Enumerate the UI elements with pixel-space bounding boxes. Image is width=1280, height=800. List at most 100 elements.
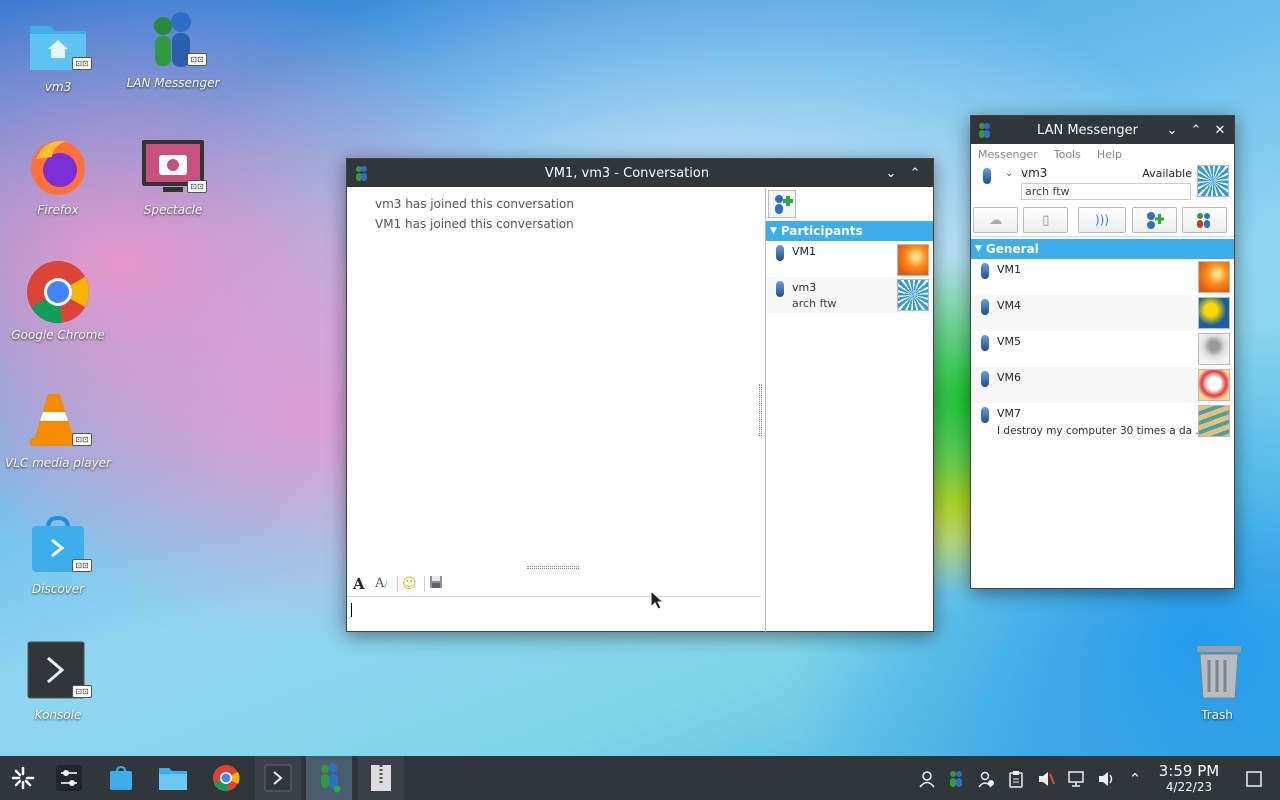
desktop-icon-google-chrome[interactable]: Google Chrome bbox=[3, 260, 113, 342]
contacts-button[interactable] bbox=[1181, 207, 1227, 233]
user-online-icon bbox=[981, 407, 989, 423]
participant-name: vm3 bbox=[792, 281, 817, 294]
desktop-icon-label: vm3 bbox=[44, 80, 72, 94]
lan-messenger-window: LAN Messenger ⌄ ⌃ ✕ Messenger Tools Help… bbox=[970, 115, 1235, 589]
taskbar-dolphin[interactable] bbox=[150, 756, 196, 800]
audio-muted-icon[interactable] bbox=[1036, 769, 1056, 789]
save-icon[interactable] bbox=[429, 575, 447, 592]
cloud-icon: ☁ bbox=[989, 212, 1003, 228]
emoticon-icon[interactable]: ☺ bbox=[402, 576, 420, 592]
desktop-icon-spectacle[interactable]: ⊡⊡ Spectacle bbox=[118, 135, 228, 217]
contact-row[interactable]: VM1 bbox=[971, 259, 1234, 295]
font-color-icon[interactable]: A∕ bbox=[375, 576, 393, 591]
conversation-titlebar[interactable]: VM1, vm3 - Conversation ⌄ ⌃ bbox=[347, 159, 933, 187]
maximize-button[interactable]: ⌃ bbox=[1184, 116, 1208, 144]
participants-header-label: Participants bbox=[780, 224, 863, 238]
participant-avatar-flower bbox=[897, 244, 929, 276]
system-message: VM1 has joined this conversation bbox=[375, 217, 574, 231]
collapse-arrow-icon: ▼ bbox=[770, 226, 777, 236]
horizontal-splitter[interactable] bbox=[527, 566, 579, 569]
messenger-titlebar[interactable]: LAN Messenger ⌄ ⌃ ✕ bbox=[971, 116, 1234, 144]
digital-clock[interactable]: 3:59 PM 4/22/23 bbox=[1154, 762, 1224, 795]
text-cursor bbox=[351, 602, 352, 617]
lan-messenger-tray-icon[interactable] bbox=[946, 769, 966, 789]
taskbar-konsole[interactable] bbox=[255, 756, 301, 800]
add-participant-button[interactable] bbox=[768, 190, 796, 218]
discover-bag-icon: ⊡⊡ bbox=[26, 514, 92, 578]
status-label[interactable]: Available bbox=[1142, 167, 1192, 180]
contact-avatar-robot bbox=[1198, 333, 1230, 365]
chrome-icon bbox=[26, 260, 90, 324]
kde-launcher-icon bbox=[11, 766, 35, 790]
discover-bag-icon bbox=[110, 765, 132, 790]
broadcast-button[interactable]: ☁ bbox=[973, 207, 1019, 233]
rss-button[interactable]: ))) bbox=[1078, 207, 1126, 233]
contact-row[interactable]: VM6 bbox=[971, 367, 1234, 403]
clipboard-icon[interactable] bbox=[1006, 769, 1026, 789]
archive-icon bbox=[371, 765, 391, 791]
taskbar-discover[interactable] bbox=[98, 756, 144, 800]
taskbar-system-settings[interactable] bbox=[46, 756, 92, 800]
menu-help[interactable]: Help bbox=[1097, 148, 1122, 161]
group-icon bbox=[1197, 213, 1211, 228]
mouse-pointer-icon bbox=[650, 590, 664, 610]
show-desktop-icon[interactable] bbox=[1244, 769, 1264, 789]
desktop-icon-vm3[interactable]: ⊡⊡ vm3 bbox=[3, 12, 113, 94]
contact-avatar-yellow-flower bbox=[1198, 297, 1230, 329]
taskbar: ⌃ 3:59 PM 4/22/23 bbox=[0, 756, 1280, 800]
menu-messenger[interactable]: Messenger bbox=[978, 148, 1038, 161]
user-status-icon[interactable] bbox=[983, 168, 991, 184]
contact-row[interactable]: VM5 bbox=[971, 331, 1234, 367]
menu-tools[interactable]: Tools bbox=[1054, 148, 1081, 161]
status-message-field[interactable] bbox=[1021, 183, 1191, 200]
desktop-icon-discover[interactable]: ⊡⊡ Discover bbox=[3, 514, 113, 596]
desktop-icon-konsole[interactable]: ⊡⊡ Konsole bbox=[3, 640, 113, 722]
maximize-button[interactable]: ⌃ bbox=[903, 159, 927, 187]
contact-avatar-flower bbox=[1198, 261, 1230, 293]
volume-icon[interactable] bbox=[1096, 769, 1116, 789]
konsole-icon bbox=[264, 764, 292, 792]
font-icon[interactable]: A bbox=[353, 575, 371, 593]
taskbar-archiver[interactable] bbox=[358, 756, 404, 800]
user-switcher-icon[interactable] bbox=[917, 769, 937, 789]
participant-row[interactable]: VM1 bbox=[766, 241, 933, 277]
close-button[interactable]: ✕ bbox=[1208, 116, 1232, 144]
file-icon: ▯ bbox=[1042, 212, 1050, 228]
message-input[interactable] bbox=[349, 599, 759, 631]
firefox-icon bbox=[26, 135, 90, 199]
minimize-button[interactable]: ⌄ bbox=[879, 159, 903, 187]
message-log[interactable]: vm3 has joined this conversation VM1 has… bbox=[347, 188, 765, 564]
settings-sliders-icon bbox=[56, 765, 82, 791]
contact-row[interactable]: VM7 I destroy my computer 30 times a da … bbox=[971, 403, 1234, 439]
status-dropdown-icon[interactable]: ⌄ bbox=[1005, 168, 1013, 179]
minimize-button[interactable]: ⌄ bbox=[1160, 116, 1184, 144]
participant-status: arch ftw bbox=[792, 297, 837, 310]
desktop-icon-vlc[interactable]: ⊡⊡ VLC media player bbox=[3, 388, 113, 470]
taskbar-chrome[interactable] bbox=[203, 756, 249, 800]
desktop-icon-lan-messenger[interactable]: ⊡⊡ LAN Messenger bbox=[118, 8, 228, 90]
desktop-icon-label: Discover bbox=[31, 582, 85, 596]
application-launcher-button[interactable] bbox=[0, 756, 46, 800]
participant-name: VM1 bbox=[792, 245, 817, 258]
users-icon[interactable] bbox=[976, 769, 996, 789]
participant-row[interactable]: vm3 arch ftw bbox=[766, 277, 933, 313]
conversation-window: VM1, vm3 - Conversation ⌄ ⌃ vm3 has join… bbox=[346, 158, 934, 632]
profile-avatar-wheel[interactable] bbox=[1197, 165, 1229, 197]
add-contact-button[interactable] bbox=[1131, 207, 1177, 233]
desktop-icon-label: VLC media player bbox=[4, 456, 111, 470]
group-header-general[interactable]: ▼ General bbox=[971, 239, 1234, 259]
participants-header[interactable]: ▼ Participants bbox=[766, 221, 933, 241]
show-hidden-icons-chevron-icon[interactable]: ⌃ bbox=[1125, 769, 1145, 789]
lan-messenger-icon: ⊡⊡ bbox=[141, 8, 207, 72]
network-wired-icon[interactable] bbox=[1066, 769, 1086, 789]
contact-row[interactable]: VM4 bbox=[971, 295, 1234, 331]
send-file-button[interactable]: ▯ bbox=[1023, 207, 1069, 233]
contact-name: VM4 bbox=[997, 299, 1022, 312]
desktop-icon-trash[interactable]: Trash bbox=[1162, 640, 1272, 722]
desktop-icon-firefox[interactable]: Firefox bbox=[3, 135, 113, 217]
lan-messenger-small-icon bbox=[347, 165, 375, 181]
folder-icon bbox=[159, 768, 187, 790]
chrome-icon bbox=[213, 765, 240, 792]
vertical-splitter[interactable] bbox=[759, 384, 762, 436]
taskbar-lan-messenger[interactable] bbox=[306, 756, 352, 800]
